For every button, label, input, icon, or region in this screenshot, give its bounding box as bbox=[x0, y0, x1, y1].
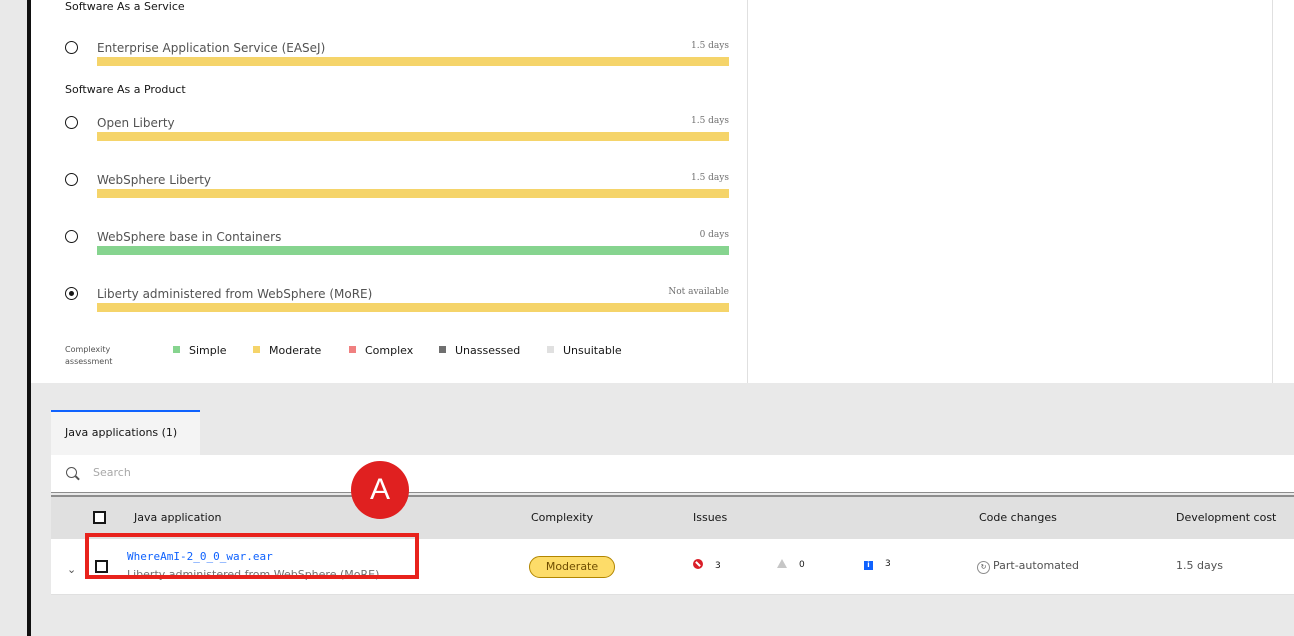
search-input[interactable] bbox=[91, 465, 495, 480]
annotation-highlight-box bbox=[85, 533, 419, 579]
target-label: WebSphere base in Containers bbox=[97, 230, 282, 244]
critical-issues: 3 bbox=[693, 559, 721, 571]
legend-label: Complex bbox=[365, 344, 414, 357]
target-option-easej[interactable]: Enterprise Application Service (EASeJ) 1… bbox=[65, 41, 729, 82]
legend-swatch bbox=[173, 346, 180, 353]
radio-button[interactable] bbox=[65, 116, 78, 129]
tab-java-applications[interactable]: Java applications (1) bbox=[51, 410, 200, 456]
code-changes-label: Part-automated bbox=[993, 559, 1079, 572]
info-issues: i3 bbox=[864, 559, 891, 570]
target-effort: 0 days bbox=[699, 230, 729, 240]
target-label: WebSphere Liberty bbox=[97, 173, 212, 187]
annotation-badge: A bbox=[351, 461, 409, 519]
complexity-bar bbox=[97, 132, 729, 141]
critical-count: 3 bbox=[715, 561, 721, 571]
sap-heading: Software As a Product bbox=[65, 83, 186, 96]
target-effort: 1.5 days bbox=[690, 41, 729, 51]
radio-button[interactable] bbox=[65, 230, 78, 243]
automation-icon: ↻ bbox=[977, 561, 990, 574]
error-icon bbox=[693, 559, 703, 569]
target-label: Enterprise Application Service (EASeJ) bbox=[97, 41, 326, 55]
legend-swatch bbox=[253, 346, 260, 353]
legend-label: Unassessed bbox=[455, 344, 521, 357]
complexity-bar bbox=[97, 189, 729, 198]
warning-icon bbox=[777, 559, 787, 568]
column-header-complexity[interactable]: Complexity bbox=[531, 511, 593, 524]
target-label: Open Liberty bbox=[97, 116, 175, 130]
target-option-websphere-liberty[interactable]: WebSphere Liberty 1.5 days bbox=[65, 173, 729, 214]
warning-issues: 0 bbox=[777, 559, 805, 570]
complexity-bar bbox=[97, 303, 729, 312]
column-header-development-cost[interactable]: Development cost bbox=[1176, 511, 1276, 524]
saas-heading: Software As a Service bbox=[65, 0, 185, 13]
radio-button[interactable] bbox=[65, 41, 78, 54]
target-effort: 1.5 days bbox=[690, 173, 729, 183]
info-icon: i bbox=[864, 561, 873, 570]
search-icon bbox=[66, 467, 77, 478]
legend-title: Complexity assessment bbox=[65, 345, 113, 366]
target-label: Liberty administered from WebSphere (MoR… bbox=[97, 287, 373, 301]
target-option-open-liberty[interactable]: Open Liberty 1.5 days bbox=[65, 116, 729, 157]
panel-edge bbox=[1272, 0, 1273, 383]
info-count: 3 bbox=[885, 559, 891, 569]
development-cost: 1.5 days bbox=[1176, 559, 1223, 572]
search-bar bbox=[51, 455, 1294, 493]
legend-label: Simple bbox=[189, 344, 227, 357]
select-all-checkbox[interactable] bbox=[93, 511, 106, 524]
legend-swatch bbox=[547, 346, 554, 353]
legend-item-simple: Simple bbox=[173, 344, 227, 357]
complexity-bar bbox=[97, 57, 729, 66]
warning-count: 0 bbox=[799, 560, 805, 570]
tab-label: Java applications (1) bbox=[65, 426, 178, 439]
column-header-java-application[interactable]: Java application bbox=[134, 511, 221, 524]
legend-swatch bbox=[349, 346, 356, 353]
radio-button-selected[interactable] bbox=[65, 287, 78, 300]
panel-divider bbox=[747, 0, 748, 383]
column-header-issues[interactable]: Issues bbox=[693, 511, 727, 524]
column-header-code-changes[interactable]: Code changes bbox=[979, 511, 1057, 524]
legend-label: Unsuitable bbox=[563, 344, 622, 357]
target-option-liberty-more[interactable]: Liberty administered from WebSphere (MoR… bbox=[65, 287, 729, 328]
complexity-legend: Complexity assessment Simple Moderate Co… bbox=[65, 344, 765, 374]
target-option-websphere-base-containers[interactable]: WebSphere base in Containers 0 days bbox=[65, 230, 729, 271]
code-changes: ↻ Part-automated bbox=[977, 559, 1079, 574]
legend-item-complex: Complex bbox=[349, 344, 413, 357]
legend-item-unassessed: Unassessed bbox=[439, 344, 520, 357]
legend-item-moderate: Moderate bbox=[253, 344, 321, 357]
complexity-bar bbox=[97, 246, 729, 255]
legend-label: Moderate bbox=[269, 344, 322, 357]
chevron-down-icon[interactable]: ⌄ bbox=[67, 563, 76, 576]
legend-swatch bbox=[439, 346, 446, 353]
legend-item-unsuitable: Unsuitable bbox=[547, 344, 622, 357]
search-underline bbox=[51, 492, 1294, 493]
radio-button[interactable] bbox=[65, 173, 78, 186]
target-effort: Not available bbox=[668, 287, 729, 297]
target-effort: 1.5 days bbox=[690, 116, 729, 126]
complexity-tag: Moderate bbox=[529, 556, 615, 578]
